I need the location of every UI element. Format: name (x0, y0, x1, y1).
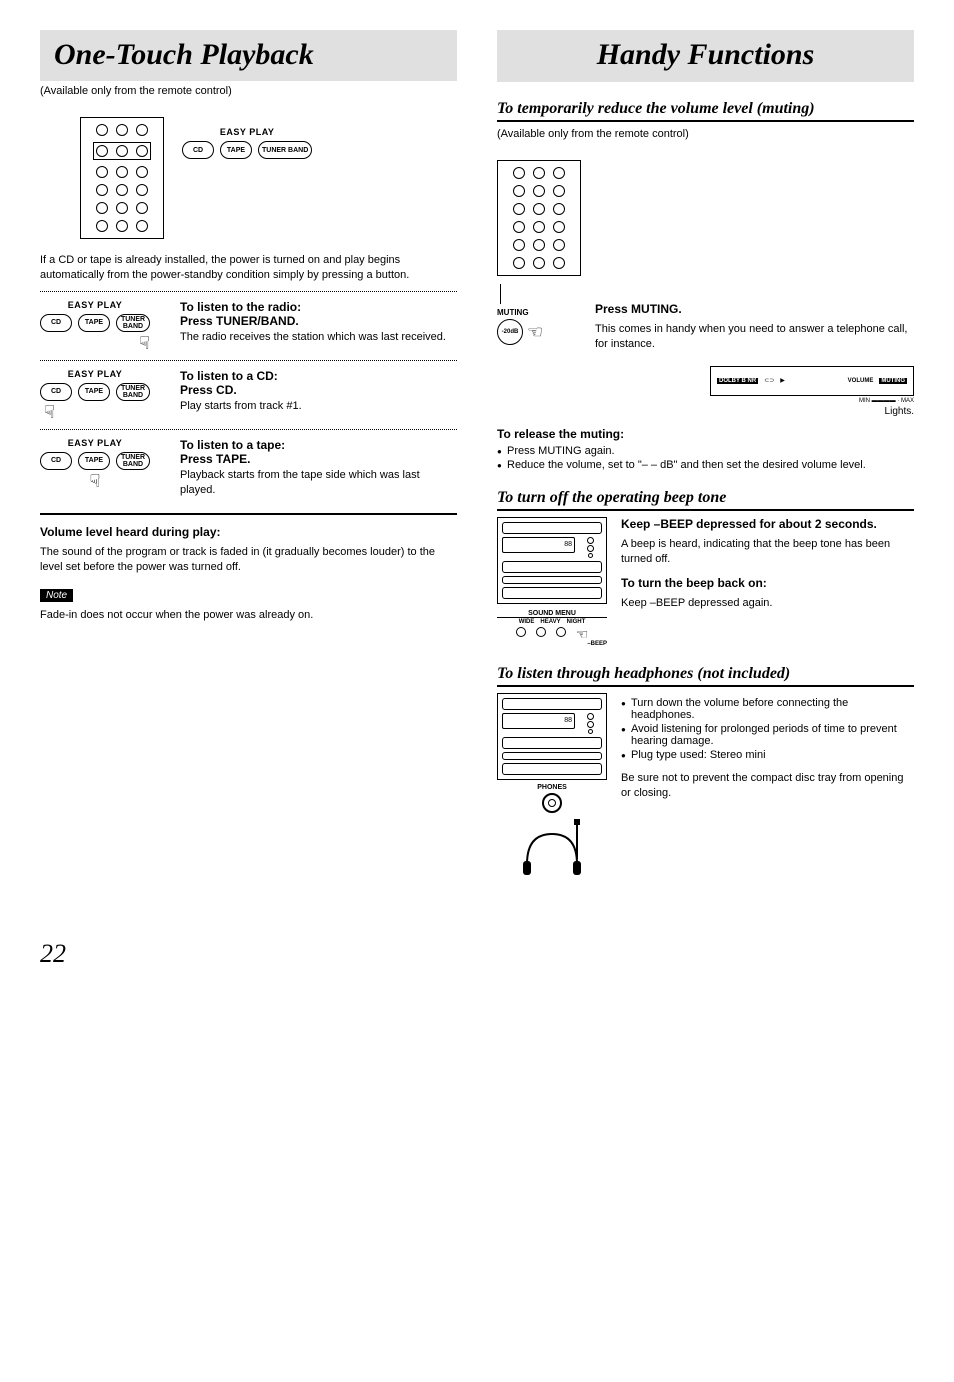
phones-bullet-2: Avoid listening for prolonged periods of… (621, 723, 914, 747)
radio-action: Press TUNER/BAND. (180, 314, 457, 328)
muting-section-head: To temporarily reduce the volume level (… (497, 100, 914, 122)
left-availability: (Available only from the remote control) (40, 85, 457, 97)
display-panel: DOLBY B NR ⊂⊃ ▶ VOLUME MUTING (710, 366, 914, 396)
press-muting-body: This comes in handy when you need to ans… (595, 322, 914, 352)
separator (40, 429, 457, 430)
beep-on-body: Keep –BEEP depressed again. (621, 596, 914, 611)
tape-pill: TAPE (220, 141, 252, 159)
easy-play-label-3: EASY PLAY (40, 438, 150, 448)
cd-pill: CD (182, 141, 214, 159)
phones-bullet-1: Turn down the volume before connecting t… (621, 697, 914, 721)
note-badge: Note (40, 589, 73, 602)
cd-pill: CD (40, 452, 72, 470)
muting-availability: (Available only from the remote control) (497, 128, 914, 140)
phones-jack-icon (542, 793, 562, 813)
easy-play-label-1: EASY PLAY (40, 300, 150, 310)
tape-pill: TAPE (78, 314, 110, 332)
phones-closing: Be sure not to prevent the compact disc … (621, 771, 914, 801)
separator (40, 291, 457, 292)
radio-title: To listen to the radio: (180, 300, 457, 314)
separator-solid (40, 513, 457, 515)
sound-menu-label: SOUND MENU (497, 610, 607, 617)
note-body: Fade-in does not occur when the power wa… (40, 608, 457, 623)
release-bullet-2: Reduce the volume, set to "– – dB" and t… (497, 459, 914, 471)
hand-icon: ☜ (527, 323, 543, 341)
remote-diagram-left (80, 117, 164, 239)
tape-pill: TAPE (78, 383, 110, 401)
beep-section-head: To turn off the operating beep tone (497, 489, 914, 511)
separator (40, 360, 457, 361)
easy-play-label-2: EASY PLAY (40, 369, 150, 379)
muting-button-icon: -20dB (497, 319, 523, 345)
cd-pill: CD (40, 383, 72, 401)
easy-play-label: EASY PLAY (182, 127, 312, 137)
beep-knob-label: –BEEP (497, 641, 607, 647)
right-title: Handy Functions (497, 30, 914, 82)
tape-body: Playback starts from the tape side which… (180, 468, 457, 498)
release-muting-head: To release the muting: (497, 427, 914, 441)
beep-on-head: To turn the beep back on: (621, 576, 914, 590)
left-intro: If a CD or tape is already installed, th… (40, 253, 457, 283)
cd-body: Play starts from track #1. (180, 399, 457, 414)
lights-label: Lights. (497, 406, 914, 417)
cd-action: Press CD. (180, 383, 457, 397)
beep-keep-body: A beep is heard, indicating that the bee… (621, 537, 914, 567)
volume-heading: Volume level heard during play: (40, 525, 457, 539)
radio-body: The radio receives the station which was… (180, 330, 457, 345)
muting-label: MUTING (497, 308, 581, 317)
left-title: One-Touch Playback (40, 30, 457, 81)
hand-icon: ☟ (40, 472, 150, 490)
phones-bullet-3: Plug type used: Stereo mini (621, 749, 914, 761)
tape-pill: TAPE (78, 452, 110, 470)
tape-title: To listen to a tape: (180, 438, 457, 452)
tuner-pill: TUNER BAND (258, 141, 312, 159)
page-number: 22 (40, 939, 914, 969)
tuner-pill: TUNER BAND (116, 452, 150, 470)
hand-icon: ☟ (44, 403, 150, 421)
beep-keep-head: Keep –BEEP depressed for about 2 seconds… (621, 517, 914, 531)
phones-section-head: To listen through headphones (not includ… (497, 665, 914, 687)
hand-icon: ☟ (40, 334, 150, 352)
release-bullet-1: Press MUTING again. (497, 445, 914, 457)
press-muting-head: Press MUTING. (595, 302, 914, 316)
cd-title: To listen to a CD: (180, 369, 457, 383)
hand-icon: ☜ (576, 627, 589, 641)
cd-pill: CD (40, 314, 72, 332)
tuner-pill: TUNER BAND (116, 383, 150, 401)
volume-body: The sound of the program or track is fad… (40, 545, 457, 575)
unit-diagram-beep: 88 (497, 517, 607, 604)
unit-diagram-phones: 88 (497, 693, 607, 780)
phones-label: PHONES (497, 784, 607, 791)
headphone-icon (517, 819, 587, 879)
remote-diagram-right (497, 160, 581, 276)
tuner-pill: TUNER BAND (116, 314, 150, 332)
tape-action: Press TAPE. (180, 452, 457, 466)
